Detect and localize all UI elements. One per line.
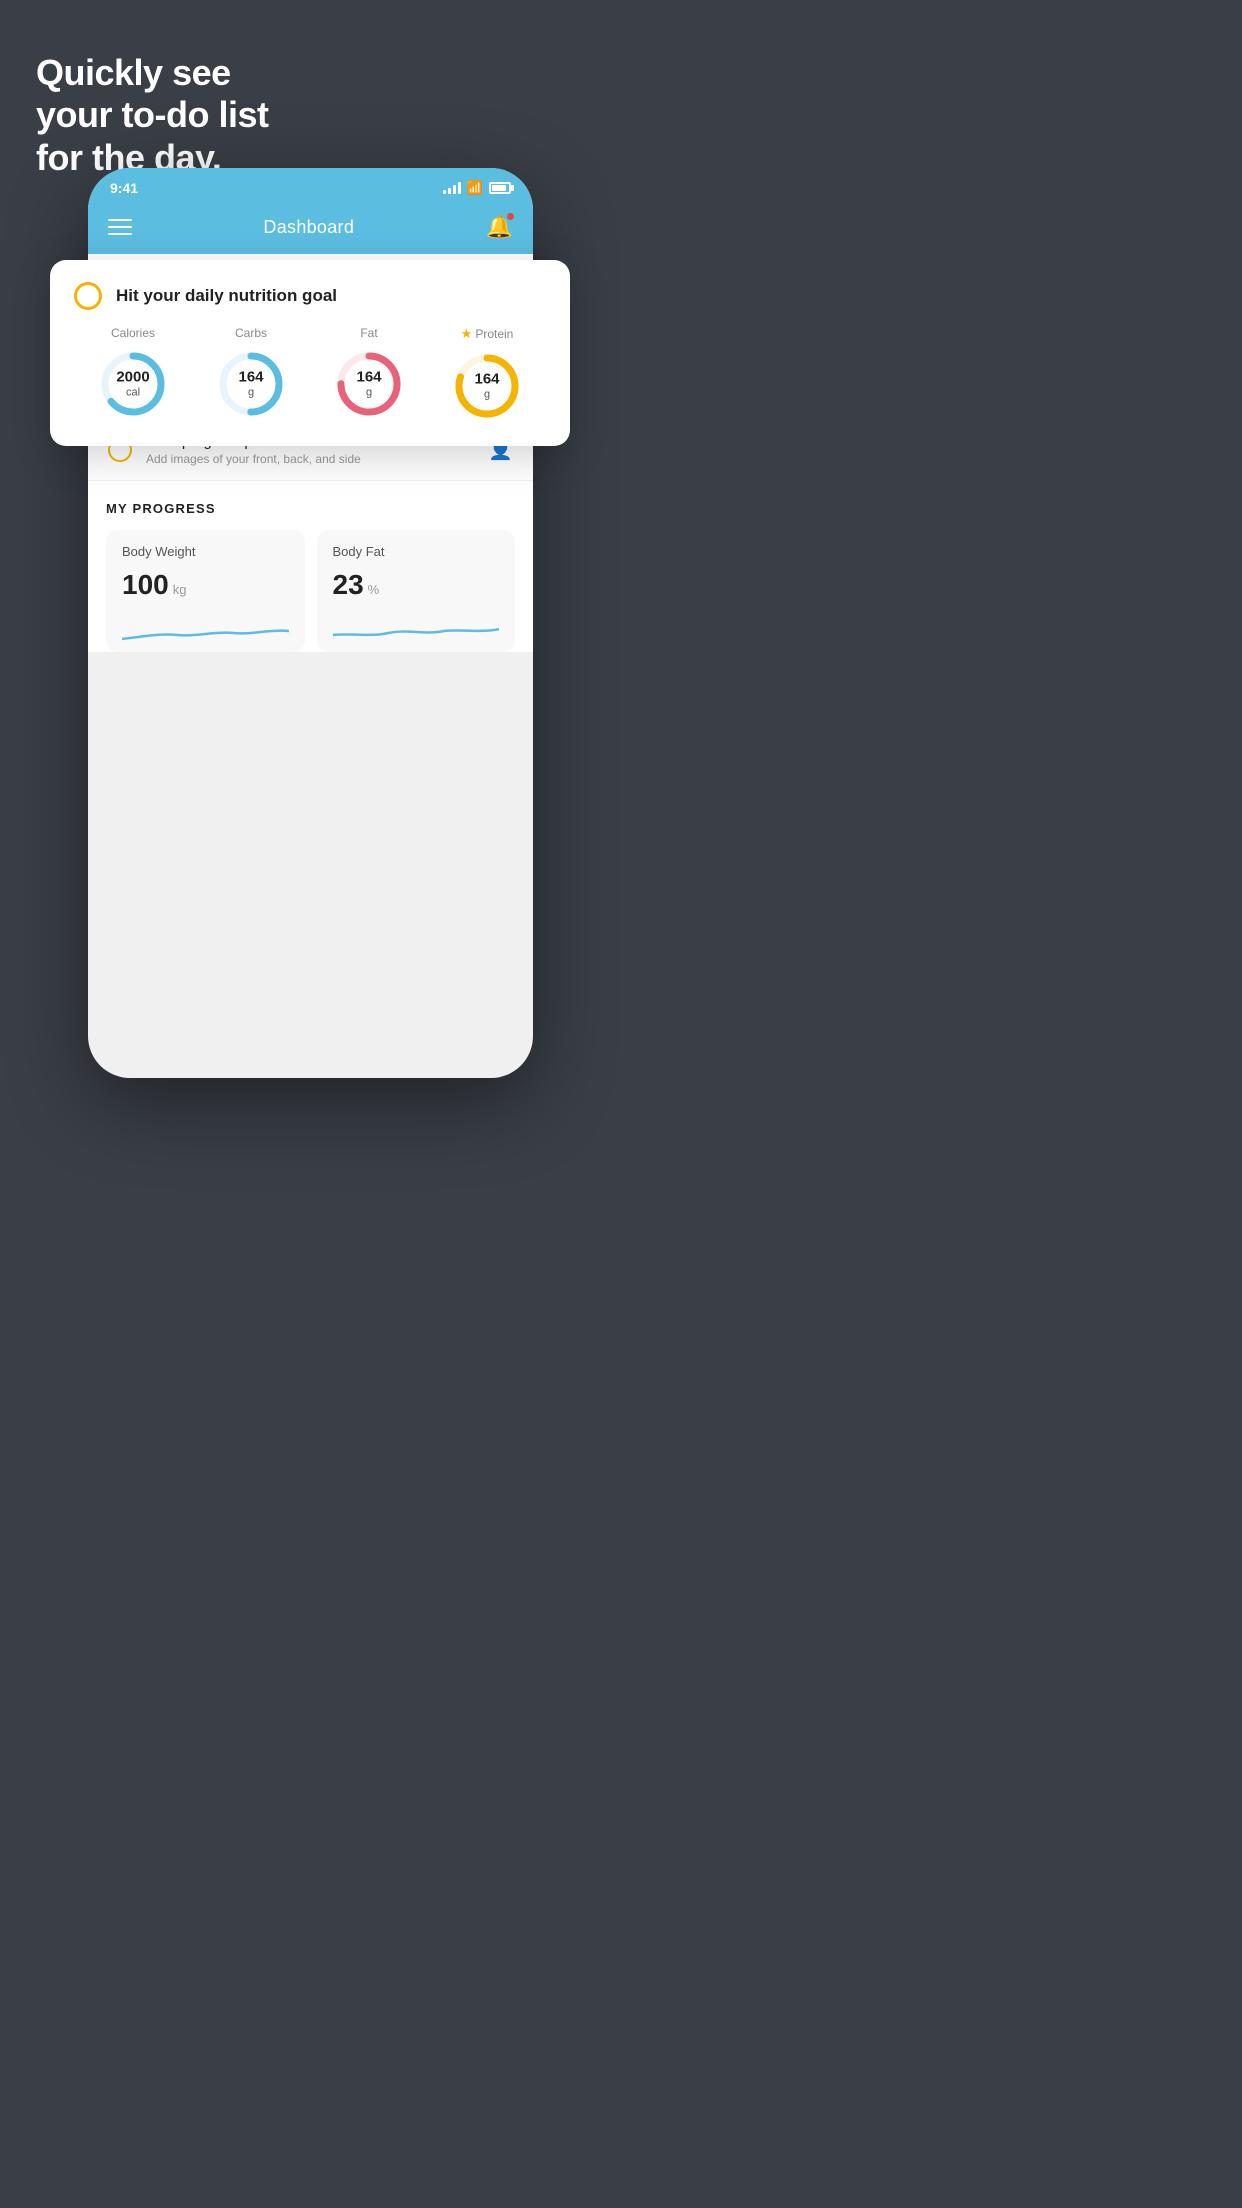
fat-value: 164: [356, 370, 381, 387]
body-weight-card[interactable]: Body Weight 100 kg: [106, 530, 305, 652]
nutrition-card-title-row: Hit your daily nutrition goal: [74, 282, 546, 310]
status-icons: 📶: [443, 180, 511, 196]
protein-donut: 164 g: [451, 350, 523, 422]
app-header: Dashboard 🔔: [88, 204, 533, 254]
notification-dot: [506, 212, 515, 221]
body-weight-value: 100: [122, 569, 169, 601]
body-fat-card[interactable]: Body Fat 23 %: [317, 530, 516, 652]
signal-icon: [443, 182, 461, 194]
carbs-label: Carbs: [235, 326, 267, 340]
body-fat-value-row: 23 %: [333, 569, 500, 601]
nutrition-item-fat: Fat 164 g: [333, 326, 405, 420]
nutrition-item-calories: Calories 2000 cal: [97, 326, 169, 420]
header-title: Dashboard: [263, 217, 354, 238]
progress-cards: Body Weight 100 kg Body Fat 23 %: [106, 530, 515, 652]
calories-unit: cal: [116, 386, 149, 398]
menu-button[interactable]: [108, 219, 132, 235]
body-weight-unit: kg: [173, 582, 187, 597]
body-weight-chart: [122, 611, 289, 647]
nutrition-card-title: Hit your daily nutrition goal: [116, 286, 337, 306]
nutrition-circles: Calories 2000 cal Carbs: [74, 326, 546, 422]
fat-unit: g: [356, 386, 381, 398]
hero-line1: Quickly see: [36, 52, 231, 93]
protein-label: Protein: [475, 327, 513, 341]
protein-value: 164: [474, 372, 499, 389]
body-weight-title: Body Weight: [122, 544, 289, 559]
notification-button[interactable]: 🔔: [486, 214, 513, 240]
battery-icon: [489, 182, 511, 194]
nutrition-item-carbs: Carbs 164 g: [215, 326, 287, 420]
body-weight-value-row: 100 kg: [122, 569, 289, 601]
protein-unit: g: [474, 388, 499, 400]
body-fat-value: 23: [333, 569, 364, 601]
fat-label: Fat: [360, 326, 377, 340]
carbs-value: 164: [238, 370, 263, 387]
body-fat-unit: %: [368, 582, 380, 597]
nutrition-card-circle: [74, 282, 102, 310]
my-progress-section: MY PROGRESS Body Weight 100 kg Body Fat: [88, 481, 533, 652]
calories-label: Calories: [111, 326, 155, 340]
my-progress-header: MY PROGRESS: [106, 501, 515, 516]
protein-star-icon: ★: [461, 326, 473, 342]
nutrition-card: Hit your daily nutrition goal Calories 2…: [50, 260, 570, 446]
status-bar: 9:41 📶: [88, 168, 533, 204]
fat-donut: 164 g: [333, 348, 405, 420]
body-fat-chart: [333, 611, 500, 647]
calories-donut: 2000 cal: [97, 348, 169, 420]
hero-line2: your to-do list: [36, 94, 268, 135]
hero-text: Quickly see your to-do list for the day.: [36, 52, 268, 179]
body-fat-title: Body Fat: [333, 544, 500, 559]
carbs-donut: 164 g: [215, 348, 287, 420]
protein-label-row: ★ Protein: [461, 326, 514, 342]
carbs-unit: g: [238, 386, 263, 398]
wifi-icon: 📶: [467, 180, 483, 196]
nutrition-item-protein: ★ Protein 164 g: [451, 326, 523, 422]
status-time: 9:41: [110, 180, 138, 196]
calories-value: 2000: [116, 370, 149, 387]
todo-subtitle-photos: Add images of your front, back, and side: [146, 452, 474, 466]
